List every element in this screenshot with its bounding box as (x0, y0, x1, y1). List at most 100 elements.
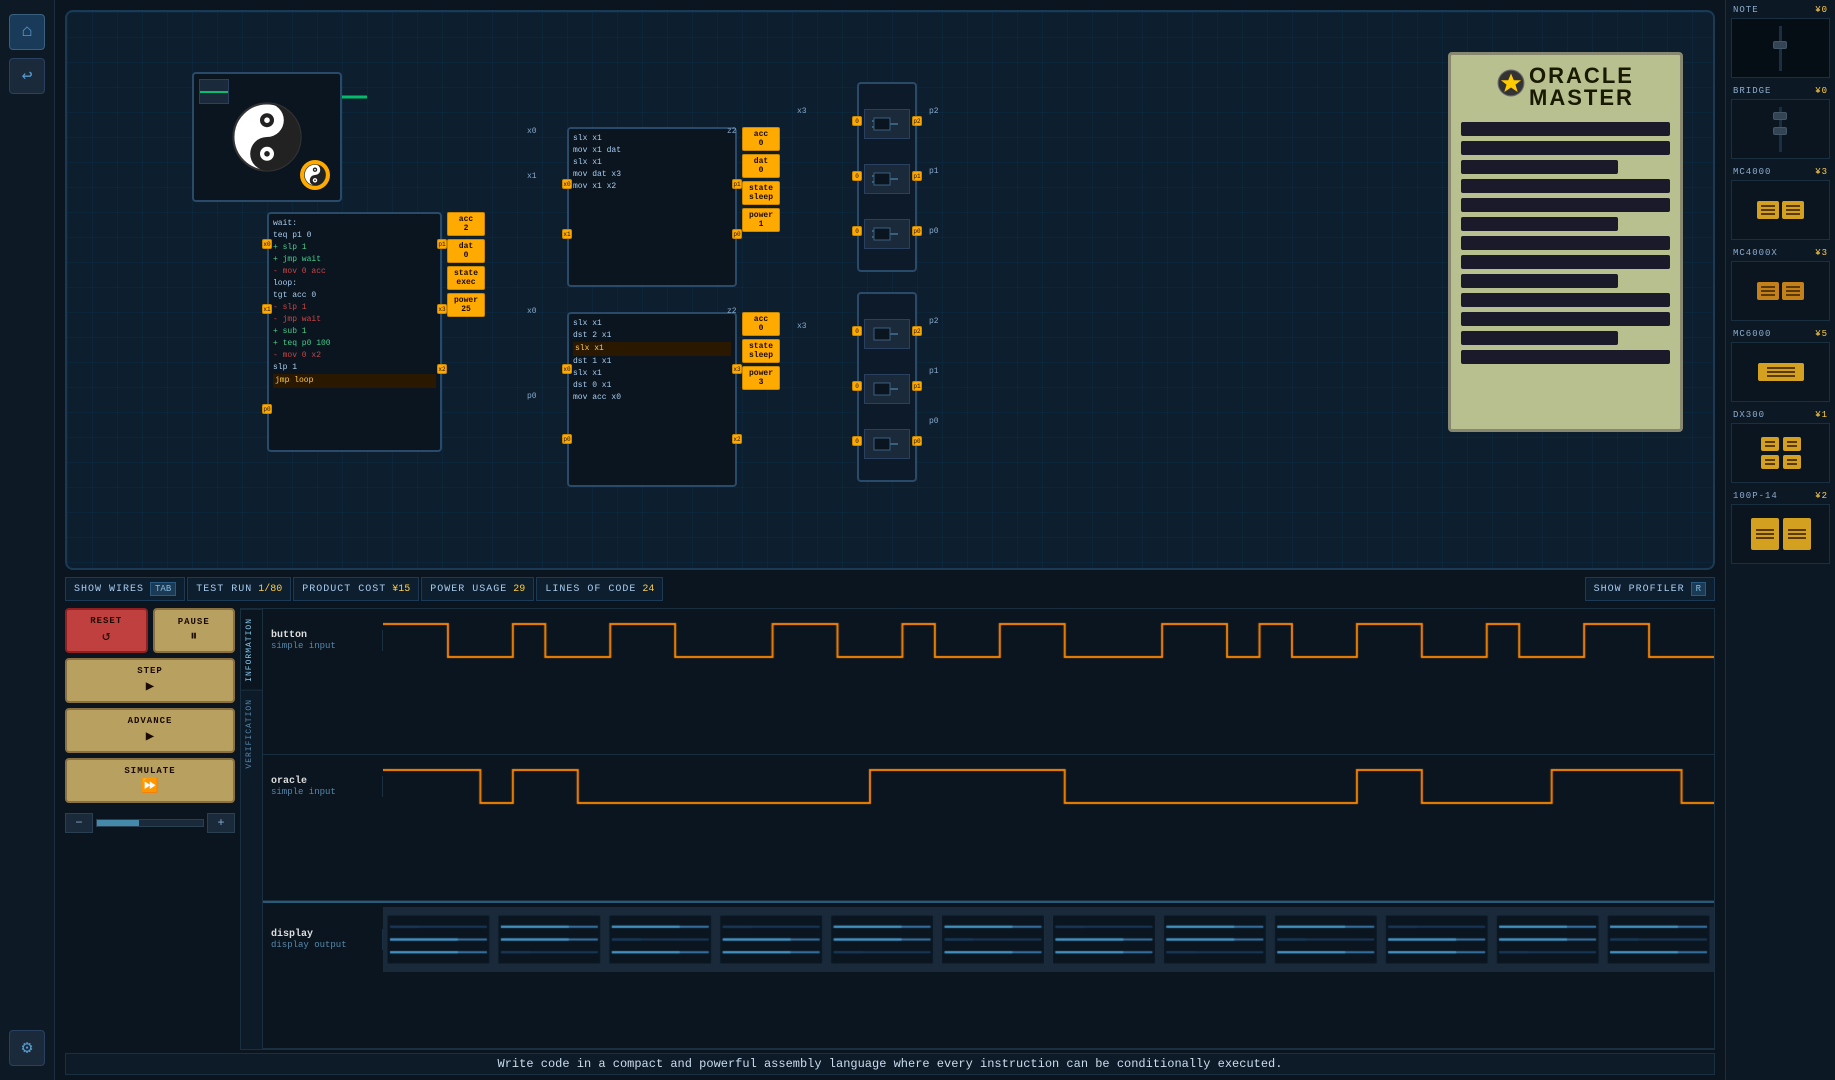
logic-icon-5 (872, 379, 902, 399)
product-cost-label: PRODUCT COST (302, 584, 386, 595)
rtop-conn-r0c: p0 (912, 226, 922, 236)
left-code-content: wait: teq p1 0 + slp 1 + jmp wait - mov … (269, 214, 440, 392)
top-code-content: slx x1 mov x1 dat slx x1 mov dat x3 mov … (569, 129, 735, 197)
label-x3-top: x3 (797, 107, 807, 116)
top-conn-x0: x0 (562, 179, 572, 189)
mc6000-box[interactable] (1731, 342, 1830, 402)
mc4000x-chip2 (1782, 282, 1804, 300)
circuit-area[interactable]: wait: teq p1 0 + slp 1 + jmp wait - mov … (65, 10, 1715, 570)
oracle-wave-canvas (383, 759, 1714, 814)
bridge-slider-thumb[interactable] (1773, 127, 1787, 135)
dx300-box[interactable] (1731, 423, 1830, 483)
mc4000-label: MC4000 (1733, 167, 1771, 177)
signal-section-button: button simple input (263, 609, 1714, 755)
rbot-conn-0c: 0 (852, 436, 862, 446)
right-logic-bottom: 0 0 0 p2 p1 p0 (857, 292, 917, 482)
bottom-code-module[interactable]: slx x1 dst 2 x1 slx x1 dst 1 x1 slx x1 d… (567, 312, 737, 487)
rtop-conn-0a: 0 (852, 116, 862, 126)
logic-icon-2 (872, 169, 902, 189)
advance-label: ADVANCE (128, 716, 173, 726)
label-x0-1: x0 (527, 127, 537, 136)
rtop-conn-0c: 0 (852, 226, 862, 236)
mc6000-price: ¥5 (1815, 329, 1828, 339)
logic-gate-2 (864, 164, 910, 194)
dx300-chip-bot (1761, 455, 1779, 469)
mc6000-chip1 (1758, 363, 1804, 381)
logic-gate-5 (864, 374, 910, 404)
bridge-label: BRIDGE (1733, 86, 1771, 96)
bot-reg-power: power3 (742, 366, 780, 390)
step-button[interactable]: STEP ▶ (65, 658, 235, 703)
yinyang-symbol (232, 102, 302, 172)
note-box[interactable] (1731, 18, 1830, 78)
bot-conn-x3: x3 (732, 364, 742, 374)
label-p2-top: p2 (929, 107, 939, 116)
reset-icon: ↺ (102, 628, 110, 645)
logic-gate-3 (864, 219, 910, 249)
sidebar-home-btn[interactable]: ⌂ (9, 14, 45, 50)
pause-button[interactable]: PAUSE ⏸ (153, 608, 236, 653)
bridge-box[interactable] (1731, 99, 1830, 159)
button-signal-type: simple input (271, 641, 374, 651)
bottom-status-text: Write code in a compact and powerful ass… (498, 1057, 1283, 1071)
mc4000x-chip1 (1757, 282, 1779, 300)
top-code-module[interactable]: slx x1 mov x1 dat slx x1 mov dat x3 mov … (567, 127, 737, 287)
right-item-mc4000: MC4000 ¥3 (1731, 167, 1830, 240)
oracle-line-13 (1461, 350, 1670, 364)
label-p1-bot: p1 (929, 367, 939, 376)
volume-plus[interactable]: + (207, 813, 235, 833)
bottom-panel: RESET ↺ PAUSE ⏸ STEP ▶ ADVANCE ▶ SIMULAT… (65, 608, 1715, 1050)
top-conn-p0: p0 (732, 229, 742, 239)
oracle-line-9 (1461, 274, 1618, 288)
dx300-chip-top (1761, 437, 1779, 451)
status-show-wires[interactable]: SHOW WIRES TAB (65, 577, 185, 601)
rbot-conn-r0c: p0 (912, 436, 922, 446)
top-conn-x1: x1 (562, 229, 572, 239)
signal-row-button: button simple input (263, 613, 1714, 668)
right-item-note: NOTE ¥0 (1731, 5, 1830, 78)
oracle-signal-type: simple input (271, 787, 374, 797)
pause-icon: ⏸ (190, 629, 197, 645)
top-conn-p1: p1 (732, 179, 742, 189)
sidebar-settings-btn[interactable]: ⚙ (9, 1030, 45, 1066)
right-item-mc6000: MC6000 ¥5 (1731, 329, 1830, 402)
reset-button[interactable]: RESET ↺ (65, 608, 148, 653)
tab-verification[interactable]: VERIFICATION (241, 690, 262, 777)
signal-row-oracle: oracle simple input (263, 759, 1714, 814)
status-show-profiler[interactable]: SHOW PROFILER R (1585, 577, 1715, 601)
advance-button[interactable]: ADVANCE ▶ (65, 708, 235, 753)
rbot-conn-r0a: p2 (912, 326, 922, 336)
volume-minus[interactable]: − (65, 813, 93, 833)
left-code-module[interactable]: wait: teq p1 0 + slp 1 + jmp wait - mov … (267, 212, 442, 452)
tab-information[interactable]: INFORMATION (241, 609, 262, 690)
rbot-conn-0b: 0 (852, 381, 862, 391)
conn-p1-right: p1 (437, 239, 447, 249)
right-item-100p14: 100P-14 ¥2 (1731, 491, 1830, 564)
label-p0-2: p0 (527, 392, 537, 401)
mc4000-box[interactable] (1731, 180, 1830, 240)
oracle-logo-icon (1497, 69, 1525, 106)
oracle-line-3 (1461, 160, 1618, 174)
note-price: ¥0 (1815, 5, 1828, 15)
volume-row: − + (65, 813, 235, 833)
oracle-line-8 (1461, 255, 1670, 269)
mc4000x-box[interactable] (1731, 261, 1830, 321)
note-slider-thumb[interactable] (1773, 41, 1787, 49)
button-signal-wave (383, 613, 1714, 668)
panel-content: button simple input oracle simple input (263, 609, 1714, 1049)
oracle-header: ORACLEMASTER (1497, 65, 1634, 109)
sidebar-back-btn[interactable]: ↩ (9, 58, 45, 94)
bridge-slider-thumb2[interactable] (1773, 112, 1787, 120)
power-usage-value: 29 (513, 584, 525, 595)
yinyang-module[interactable] (192, 72, 342, 202)
power-usage-label: POWER USAGE (430, 584, 507, 595)
right-item-dx300: DX300 ¥1 (1731, 410, 1830, 483)
signal-row-display: display display output (263, 907, 1714, 972)
bridge-slider-track (1779, 107, 1782, 152)
bot-conn-x0: x0 (562, 364, 572, 374)
100p14-box[interactable] (1731, 504, 1830, 564)
rtop-conn-0b: 0 (852, 171, 862, 181)
label-x0-2: x0 (527, 307, 537, 316)
right-sidebar: NOTE ¥0 BRIDGE ¥0 MC4000 ¥3 (1725, 0, 1835, 1080)
simulate-button[interactable]: SIMULATE ⏩ (65, 758, 235, 803)
